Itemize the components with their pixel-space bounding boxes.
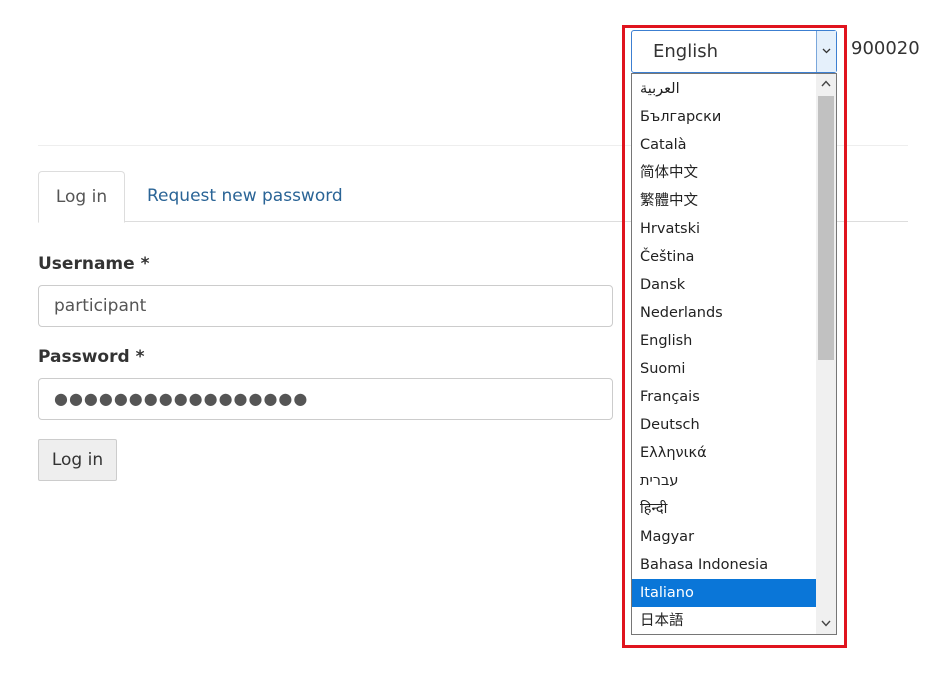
language-option[interactable]: Suomi [632, 355, 816, 383]
tab-request-new-password[interactable]: Request new password [147, 171, 343, 222]
password-label: Password * [38, 347, 145, 367]
tab-login[interactable]: Log in [38, 171, 125, 223]
scrollbar-thumb[interactable] [818, 96, 834, 360]
language-option[interactable]: Hrvatski [632, 215, 816, 243]
language-select[interactable]: English [631, 30, 837, 73]
language-option[interactable]: Italiano [632, 579, 816, 607]
language-option[interactable]: Български [632, 103, 816, 131]
language-option[interactable]: Ελληνικά [632, 439, 816, 467]
language-option[interactable]: Français [632, 383, 816, 411]
language-option[interactable]: Català [632, 131, 816, 159]
code-text: 900020 [851, 38, 920, 59]
language-option[interactable]: हिन्दी [632, 495, 816, 523]
language-option[interactable]: English [632, 327, 816, 355]
language-option[interactable]: 简体中文 [632, 159, 816, 187]
language-option[interactable]: Čeština [632, 243, 816, 271]
language-option[interactable]: العربية [632, 75, 816, 103]
language-option[interactable]: Magyar [632, 523, 816, 551]
login-button[interactable]: Log in [38, 439, 117, 481]
language-select-value: English [653, 41, 718, 62]
language-option[interactable]: Bahasa Indonesia [632, 551, 816, 579]
language-option[interactable]: עברית [632, 467, 816, 495]
language-option[interactable]: Dansk [632, 271, 816, 299]
chevron-up-icon[interactable] [816, 74, 836, 94]
password-input[interactable]: ●●●●●●●●●●●●●●●●● [38, 378, 613, 420]
language-option[interactable]: Nederlands [632, 299, 816, 327]
dropdown-scrollbar[interactable] [816, 74, 836, 634]
language-dropdown-list[interactable]: العربية Български Català 简体中文 繁體中文 Hrvatski Če… [631, 73, 837, 635]
language-option[interactable]: Deutsch [632, 411, 816, 439]
username-label: Username * [38, 254, 150, 274]
username-input[interactable]: participant [38, 285, 613, 327]
chevron-down-icon[interactable] [816, 614, 836, 634]
chevron-down-icon[interactable] [816, 31, 836, 72]
language-option[interactable]: 日本語 [632, 607, 816, 634]
language-option[interactable]: 繁體中文 [632, 187, 816, 215]
